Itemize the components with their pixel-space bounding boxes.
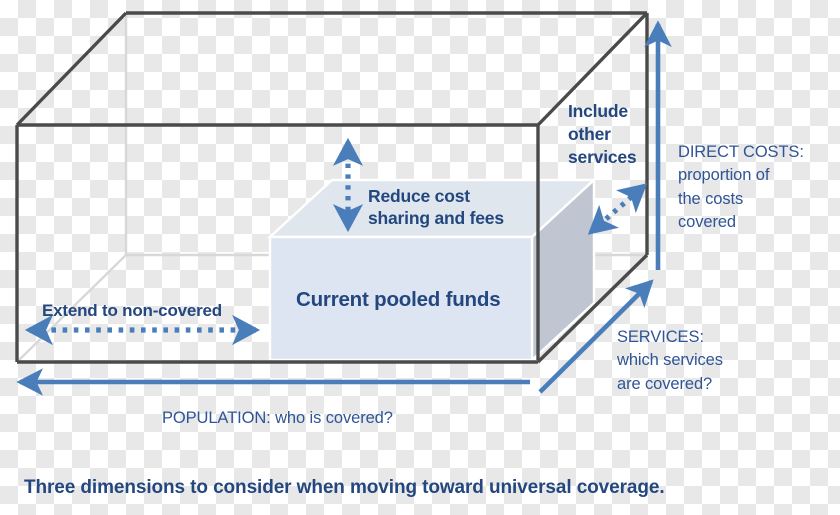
diagram-caption: Three dimensions to consider when moving…	[24, 477, 665, 498]
inner-box-label: Current pooled funds	[296, 288, 501, 311]
annotation-include-other-services: Include other services	[568, 101, 637, 168]
annotation-reduce-cost-sharing: Reduce cost sharing and fees	[368, 186, 504, 229]
axis-label-population: POPULATION: who is covered?	[162, 409, 393, 427]
annotation-extend-to-non-covered: Extend to non-covered	[42, 301, 222, 320]
axis-label-direct-costs: DIRECT COSTS: proportion of the costs co…	[678, 143, 804, 232]
uhc-cube-graphic	[15, 11, 672, 396]
diagram-canvas: Current pooled funds Reduce cost sharing…	[0, 0, 840, 515]
axis-label-services: SERVICES: which services are covered?	[617, 328, 723, 393]
arrow-include-other-services	[587, 183, 648, 235]
